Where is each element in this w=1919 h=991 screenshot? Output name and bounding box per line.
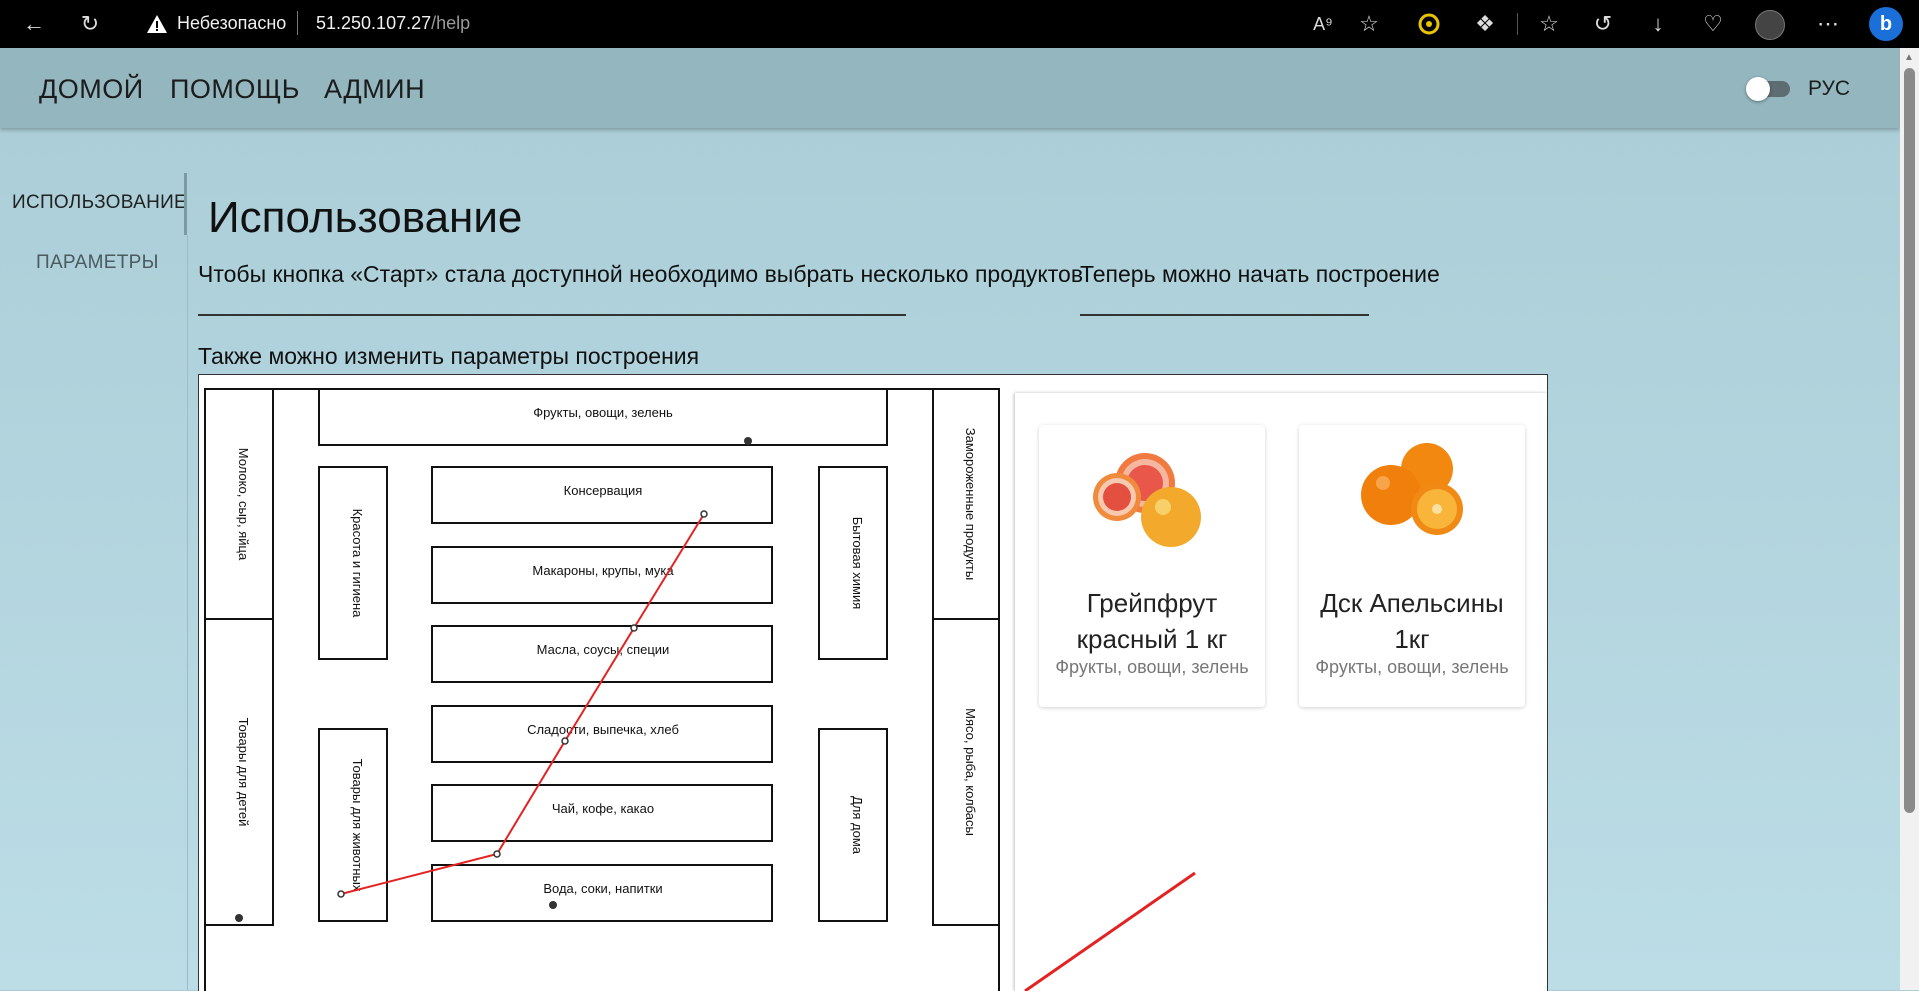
instruction-start-building: Теперь можно начать построение <box>1080 261 1440 287</box>
nav-help[interactable]: ПОМОЩЬ <box>170 74 300 105</box>
favorites-icon[interactable]: ☆ <box>1536 11 1562 37</box>
extensions-icon[interactable]: ❖ <box>1472 11 1498 37</box>
section-label: Замороженные продукты <box>963 428 978 580</box>
add-favorite-icon[interactable]: ☆ <box>1356 11 1382 37</box>
section-label: Макароны, крупы, мука <box>532 563 674 578</box>
back-arrow-icon[interactable]: ← <box>21 11 47 37</box>
url-address[interactable]: 51.250.107.27/help <box>316 13 470 34</box>
page-scrollbar[interactable]: ▲ <box>1900 48 1919 990</box>
route-node <box>493 850 501 858</box>
section-label: Товары для детей <box>236 718 251 827</box>
section-label: Молоко, сыр, яйца <box>236 448 251 561</box>
instruction-change-parameters: Также можно изменить параметры построени… <box>198 343 700 369</box>
map-point <box>549 901 557 909</box>
browser-toolbar: ← ↻ Небезопасно 51.250.107.27/help A⁹ ☆ … <box>0 0 1919 48</box>
nav-home[interactable]: ДОМОЙ <box>39 74 144 105</box>
sidebar-active-indicator <box>184 173 187 235</box>
language-label: РУС <box>1808 77 1851 100</box>
sidebar-item-usage[interactable]: ИСПОЛЬЗОВАНИЕ <box>12 192 187 214</box>
section-label: Мясо, рыба, колбасы <box>963 708 978 836</box>
profile-avatar[interactable] <box>1755 10 1785 40</box>
instruction-underline <box>198 314 906 316</box>
selected-products-panel: Грейпфрут красный 1 кг Фрукты, овощи, зе… <box>1015 393 1547 991</box>
section-label: Для дома <box>850 796 865 855</box>
store-map-border <box>204 388 1000 991</box>
section-label: Консервация <box>564 483 643 498</box>
decorative-route-line <box>1024 871 1196 991</box>
route-node <box>630 624 638 632</box>
section-label: Масла, соусы, специи <box>537 642 670 657</box>
browser-essentials-icon[interactable]: ♡ <box>1700 11 1726 37</box>
scroll-thumb[interactable] <box>1904 68 1915 813</box>
section-label: Сладости, выпечка, хлеб <box>527 722 679 737</box>
extension-coin-icon[interactable] <box>1418 13 1440 35</box>
history-icon[interactable]: ↺ <box>1590 11 1616 37</box>
section-label: Бытовая химия <box>850 517 865 610</box>
section-label: Красота и гигиена <box>350 509 365 619</box>
section-label: Чай, кофе, какао <box>552 801 654 816</box>
section-label: Вода, соки, напитки <box>543 881 662 896</box>
instruction-underline <box>1080 314 1369 316</box>
security-status[interactable]: Небезопасно <box>177 13 286 34</box>
language-toggle[interactable] <box>1746 75 1792 101</box>
route-node <box>337 890 345 898</box>
demo-screenshot: Фрукты, овощи, зелень Консервация Макаро… <box>198 374 1548 991</box>
nav-admin[interactable]: АДМИН <box>324 74 425 105</box>
sidebar-divider <box>187 235 188 990</box>
warning-icon[interactable] <box>146 14 168 34</box>
url-host: 51.250.107.27 <box>316 13 432 33</box>
url-path: /help <box>431 13 471 33</box>
route-node <box>561 737 569 745</box>
downloads-icon[interactable]: ↓ <box>1645 11 1671 37</box>
page-title: Использование <box>208 193 523 242</box>
scroll-up-icon[interactable]: ▲ <box>1904 52 1914 63</box>
copilot-icon[interactable]: b <box>1869 7 1903 41</box>
section-label: Фрукты, овощи, зелень <box>533 405 673 420</box>
read-aloud-icon[interactable]: A⁹ <box>1310 11 1336 37</box>
map-point <box>235 914 243 922</box>
toggle-thumb <box>1746 77 1770 101</box>
app-header: ДОМОЙ ПОМОЩЬ АДМИН РУС <box>0 48 1900 128</box>
route-node <box>700 510 708 518</box>
map-point <box>744 437 752 445</box>
url-separator <box>297 11 298 35</box>
section-label: Товары для животных <box>350 759 365 892</box>
instruction-select-products: Чтобы кнопка «Старт» стала доступной нео… <box>198 261 1084 287</box>
more-menu-icon[interactable]: ⋯ <box>1815 11 1841 37</box>
toolbar-divider <box>1517 13 1518 35</box>
reload-icon[interactable]: ↻ <box>77 11 103 37</box>
sidebar-item-parameters[interactable]: ПАРАМЕТРЫ <box>36 252 159 274</box>
